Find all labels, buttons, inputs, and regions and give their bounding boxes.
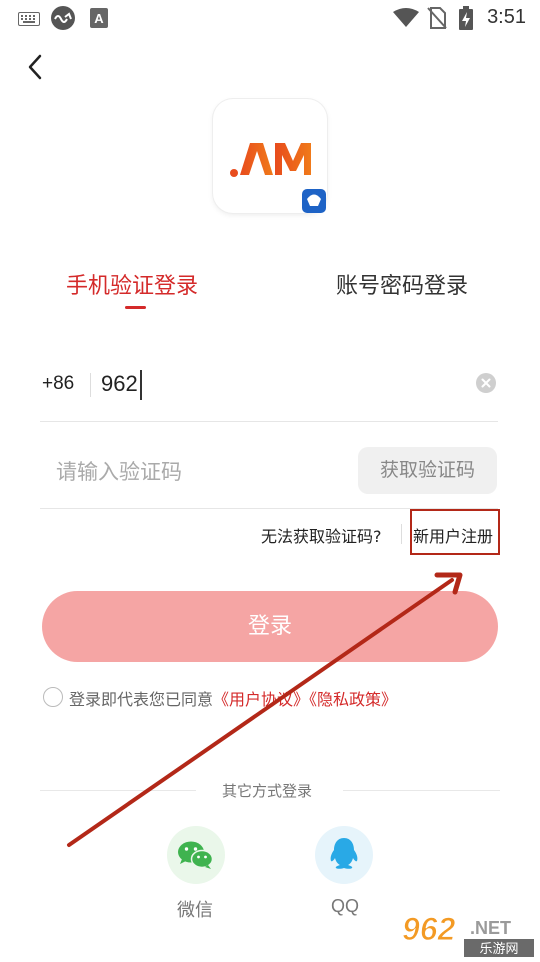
wifi-icon: [393, 8, 419, 32]
status-time: 3:51: [487, 6, 526, 28]
phone-input[interactable]: [101, 366, 461, 402]
other-login-label: 其它方式登录: [222, 782, 313, 800]
agreement-text: 登录即代表您已同意《用户协议》《隐私政策》: [69, 686, 397, 710]
agreement-prefix: 登录即代表您已同意: [69, 690, 214, 709]
am-logo-mark: [230, 143, 326, 213]
divider: [343, 790, 500, 791]
qq-label: QQ: [331, 896, 360, 916]
status-bar: A 3:51: [0, 0, 540, 36]
app-loop-icon: [50, 6, 76, 34]
qq-login-button[interactable]: [315, 826, 373, 884]
wechat-label: 微信: [177, 900, 213, 921]
chevron-left-icon: [22, 54, 52, 88]
cant-get-code-link[interactable]: 无法获取验证码?: [261, 523, 382, 547]
svg-text:962: 962: [402, 912, 456, 947]
agreement-checkbox[interactable]: [43, 687, 63, 707]
annotation-highlight-box: [410, 509, 500, 555]
tab-password-login[interactable]: 账号密码登录: [336, 268, 468, 300]
get-code-button[interactable]: 获取验证码: [358, 447, 497, 494]
login-button[interactable]: 登录: [42, 591, 498, 662]
divider: [401, 524, 402, 544]
wechat-login-button[interactable]: [167, 826, 225, 884]
privacy-policy-link[interactable]: 《隐私政策》: [309, 690, 397, 709]
watermark-logo: 962 .NET 乐游网: [400, 911, 538, 958]
back-button[interactable]: [22, 50, 52, 84]
divider: [40, 421, 498, 422]
qq-icon: [315, 838, 373, 888]
text-cursor: [140, 370, 142, 400]
tab-active-indicator: [125, 306, 146, 309]
no-sim-icon: [427, 7, 447, 33]
keyboard-icon: [18, 11, 40, 30]
divider: [90, 373, 91, 397]
verification-code-input[interactable]: [56, 452, 346, 492]
svg-text:A: A: [94, 11, 104, 26]
font-a-icon: A: [90, 8, 108, 32]
clear-input-button[interactable]: [476, 373, 496, 393]
wechat-icon: [167, 841, 225, 888]
svg-text:乐游网: 乐游网: [479, 942, 518, 957]
user-agreement-link[interactable]: 《用户协议》: [213, 690, 309, 709]
country-code[interactable]: +86: [42, 373, 74, 395]
app-logo: [213, 99, 327, 213]
divider: [40, 790, 196, 791]
svg-text:.NET: .NET: [470, 918, 511, 938]
battery-charging-icon: [459, 6, 473, 34]
close-icon: [476, 378, 496, 397]
tab-phone-login[interactable]: 手机验证登录: [66, 268, 198, 300]
